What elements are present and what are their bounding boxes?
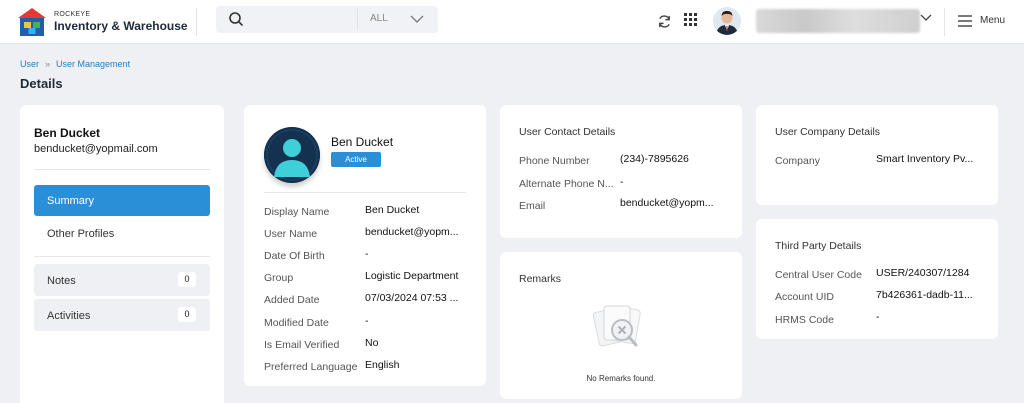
sidebar-item-other-profiles[interactable]: Other Profiles bbox=[47, 228, 114, 240]
search-input[interactable] bbox=[250, 10, 370, 29]
third-party-value: - bbox=[876, 311, 880, 323]
hamburger-menu-icon[interactable] bbox=[958, 15, 972, 27]
third-party-details-card: Third Party Details Central User Code US… bbox=[756, 219, 998, 339]
contact-label: Email bbox=[519, 200, 546, 212]
detail-row-preferred-language: Preferred Language English bbox=[264, 359, 476, 375]
detail-row-added-date: Added Date 07/03/2024 07:53 ... bbox=[264, 292, 476, 308]
breadcrumb-user-link[interactable]: User bbox=[20, 59, 39, 69]
contact-value: (234)-7895626 bbox=[620, 153, 689, 165]
sidebar-item-notes[interactable]: Notes 0 bbox=[34, 264, 210, 296]
detail-row-date-of-birth: Date Of Birth - bbox=[264, 248, 476, 264]
header-divider bbox=[196, 8, 197, 36]
search-separator bbox=[357, 9, 358, 30]
detail-value: No bbox=[365, 337, 379, 349]
detail-label: Group bbox=[264, 272, 294, 284]
card-title: User Company Details bbox=[775, 126, 881, 138]
refresh-icon[interactable] bbox=[657, 14, 672, 29]
profile-avatar-icon bbox=[264, 127, 320, 183]
breadcrumb: User » User Management bbox=[20, 59, 130, 69]
top-bar: ROCKEYE Inventory & Warehouse ALL Menu bbox=[0, 0, 1024, 44]
detail-row-email-verified: Is Email Verified No bbox=[264, 337, 476, 353]
brand-small-text: ROCKEYE bbox=[54, 11, 91, 18]
contact-details-card: User Contact Details Phone Number (234)-… bbox=[500, 105, 742, 238]
third-party-label: Account UID bbox=[775, 291, 834, 303]
contact-value: benducket@yopm... bbox=[620, 197, 714, 209]
remarks-card: Remarks No Remarks found. bbox=[500, 252, 742, 399]
global-search: ALL bbox=[216, 6, 438, 33]
detail-value: benducket@yopm... bbox=[365, 226, 459, 238]
notes-count-badge: 0 bbox=[178, 272, 196, 287]
sidebar-user-name: Ben Ducket bbox=[34, 126, 101, 140]
user-avatar[interactable] bbox=[713, 7, 741, 35]
activities-label: Activities bbox=[47, 310, 91, 322]
third-party-value: 7b426361-dadb-11... bbox=[876, 289, 973, 301]
detail-label: Added Date bbox=[264, 294, 320, 306]
user-menu-chevron-icon[interactable] bbox=[920, 13, 932, 23]
detail-value: 07/03/2024 07:53 ... bbox=[365, 292, 459, 304]
detail-value: - bbox=[365, 248, 369, 260]
company-details-card: User Company Details Company Smart Inven… bbox=[756, 105, 998, 205]
search-icon[interactable] bbox=[228, 11, 244, 27]
menu-button[interactable]: Menu bbox=[980, 15, 1005, 26]
detail-label: Is Email Verified bbox=[264, 339, 340, 351]
detail-label: Preferred Language bbox=[264, 361, 358, 373]
status-badge: Active bbox=[331, 152, 381, 167]
user-sidebar-card: Ben Ducket benducket@yopmail.com Summary… bbox=[20, 105, 224, 403]
third-party-value: USER/240307/1284 bbox=[876, 267, 970, 279]
company-label: Company bbox=[775, 155, 820, 167]
contact-label: Alternate Phone N... bbox=[519, 178, 614, 190]
divider bbox=[34, 256, 210, 257]
profile-card: Ben Ducket Active Display Name Ben Ducke… bbox=[244, 105, 486, 386]
card-title: Remarks bbox=[519, 273, 562, 285]
breadcrumb-separator-icon: » bbox=[45, 59, 51, 69]
detail-value: English bbox=[365, 359, 400, 371]
page-title: Details bbox=[20, 76, 63, 91]
profile-name: Ben Ducket bbox=[331, 135, 394, 149]
card-title: Third Party Details bbox=[775, 240, 862, 252]
detail-label: Modified Date bbox=[264, 317, 329, 329]
user-menu-redacted[interactable] bbox=[756, 9, 920, 33]
detail-value: Ben Ducket bbox=[365, 204, 420, 216]
empty-search-icon bbox=[588, 300, 652, 358]
detail-label: Date Of Birth bbox=[264, 250, 325, 262]
sidebar-item-activities[interactable]: Activities 0 bbox=[34, 299, 210, 331]
activities-count-badge: 0 bbox=[178, 307, 196, 322]
notes-label: Notes bbox=[47, 275, 76, 287]
header-divider-right bbox=[944, 8, 945, 36]
detail-label: User Name bbox=[264, 228, 318, 240]
detail-value: Logistic Department bbox=[365, 270, 459, 282]
detail-row-group: Group Logistic Department bbox=[264, 270, 476, 286]
detail-label: Display Name bbox=[264, 206, 330, 218]
company-value: Smart Inventory Pv... bbox=[876, 153, 974, 165]
divider bbox=[264, 192, 466, 193]
contact-label: Phone Number bbox=[519, 155, 590, 167]
brand-name: Inventory & Warehouse bbox=[54, 19, 188, 33]
remarks-empty-text: No Remarks found. bbox=[586, 374, 656, 383]
third-party-label: HRMS Code bbox=[775, 314, 834, 326]
sidebar-user-email: benducket@yopmail.com bbox=[34, 143, 158, 155]
divider bbox=[34, 169, 210, 170]
detail-value: - bbox=[365, 315, 369, 327]
sidebar-item-summary[interactable]: Summary bbox=[34, 185, 210, 216]
contact-value: - bbox=[620, 176, 624, 188]
detail-row-display-name: Display Name Ben Ducket bbox=[264, 204, 476, 220]
search-filter-select[interactable]: ALL bbox=[370, 13, 388, 24]
third-party-label: Central User Code bbox=[775, 269, 862, 281]
detail-row-user-name: User Name benducket@yopm... bbox=[264, 226, 476, 242]
app-logo-icon[interactable] bbox=[16, 6, 48, 38]
apps-grid-icon[interactable] bbox=[684, 13, 697, 26]
chevron-down-icon[interactable] bbox=[410, 14, 424, 24]
detail-row-modified-date: Modified Date - bbox=[264, 315, 476, 331]
card-title: User Contact Details bbox=[519, 126, 616, 138]
breadcrumb-user-management-link[interactable]: User Management bbox=[56, 59, 130, 69]
